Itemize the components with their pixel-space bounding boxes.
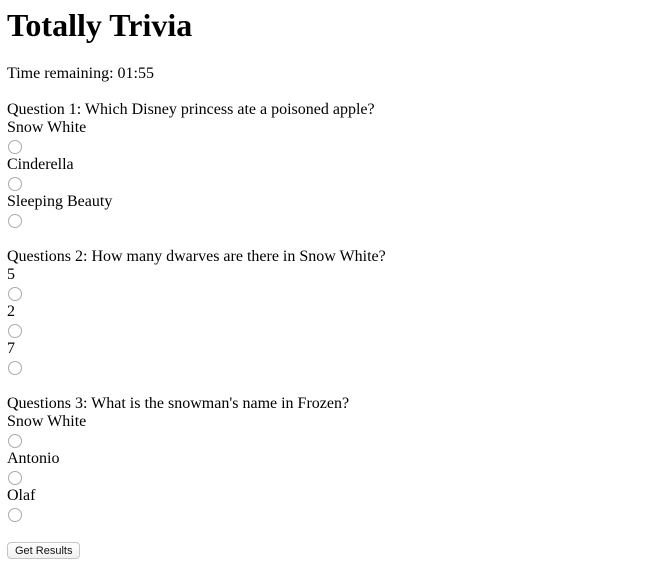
question-text: Questions 2: How many dwarves are there … [7,248,386,265]
page-title: Totally Trivia [7,7,193,43]
option-label: Snow White [7,413,87,430]
option-label: 5 [7,266,15,283]
question-text: Question 1: Which Disney princess ate a … [7,101,375,118]
option-radio[interactable] [8,434,22,448]
get-results-button[interactable]: Get Results [7,542,81,559]
option-label: Sleeping Beauty [7,193,113,210]
option-label: 7 [7,340,15,357]
question-1: Question 1: Which Disney princess ate a … [7,101,386,230]
question-2: Questions 2: How many dwarves are there … [7,248,386,377]
option-radio[interactable] [8,287,22,301]
option-label: Olaf [7,487,36,504]
question-text: Questions 3: What is the snowman's name … [7,395,350,412]
question-3: Questions 3: What is the snowman's name … [7,395,386,524]
option-radio[interactable] [8,471,22,485]
time-remaining: Time remaining: 01:55 [7,65,154,82]
option-label: 2 [7,303,15,320]
option-radio[interactable] [8,508,22,522]
option-label: Snow White [7,119,87,136]
option-label: Antonio [7,450,60,467]
option-radio[interactable] [8,140,22,154]
quiz-page: Totally Trivia Time remaining: 01:55 Que… [7,5,386,559]
option-radio[interactable] [8,361,22,375]
option-label: Cinderella [7,156,74,173]
option-radio[interactable] [8,324,22,338]
option-radio[interactable] [8,177,22,191]
option-radio[interactable] [8,214,22,228]
